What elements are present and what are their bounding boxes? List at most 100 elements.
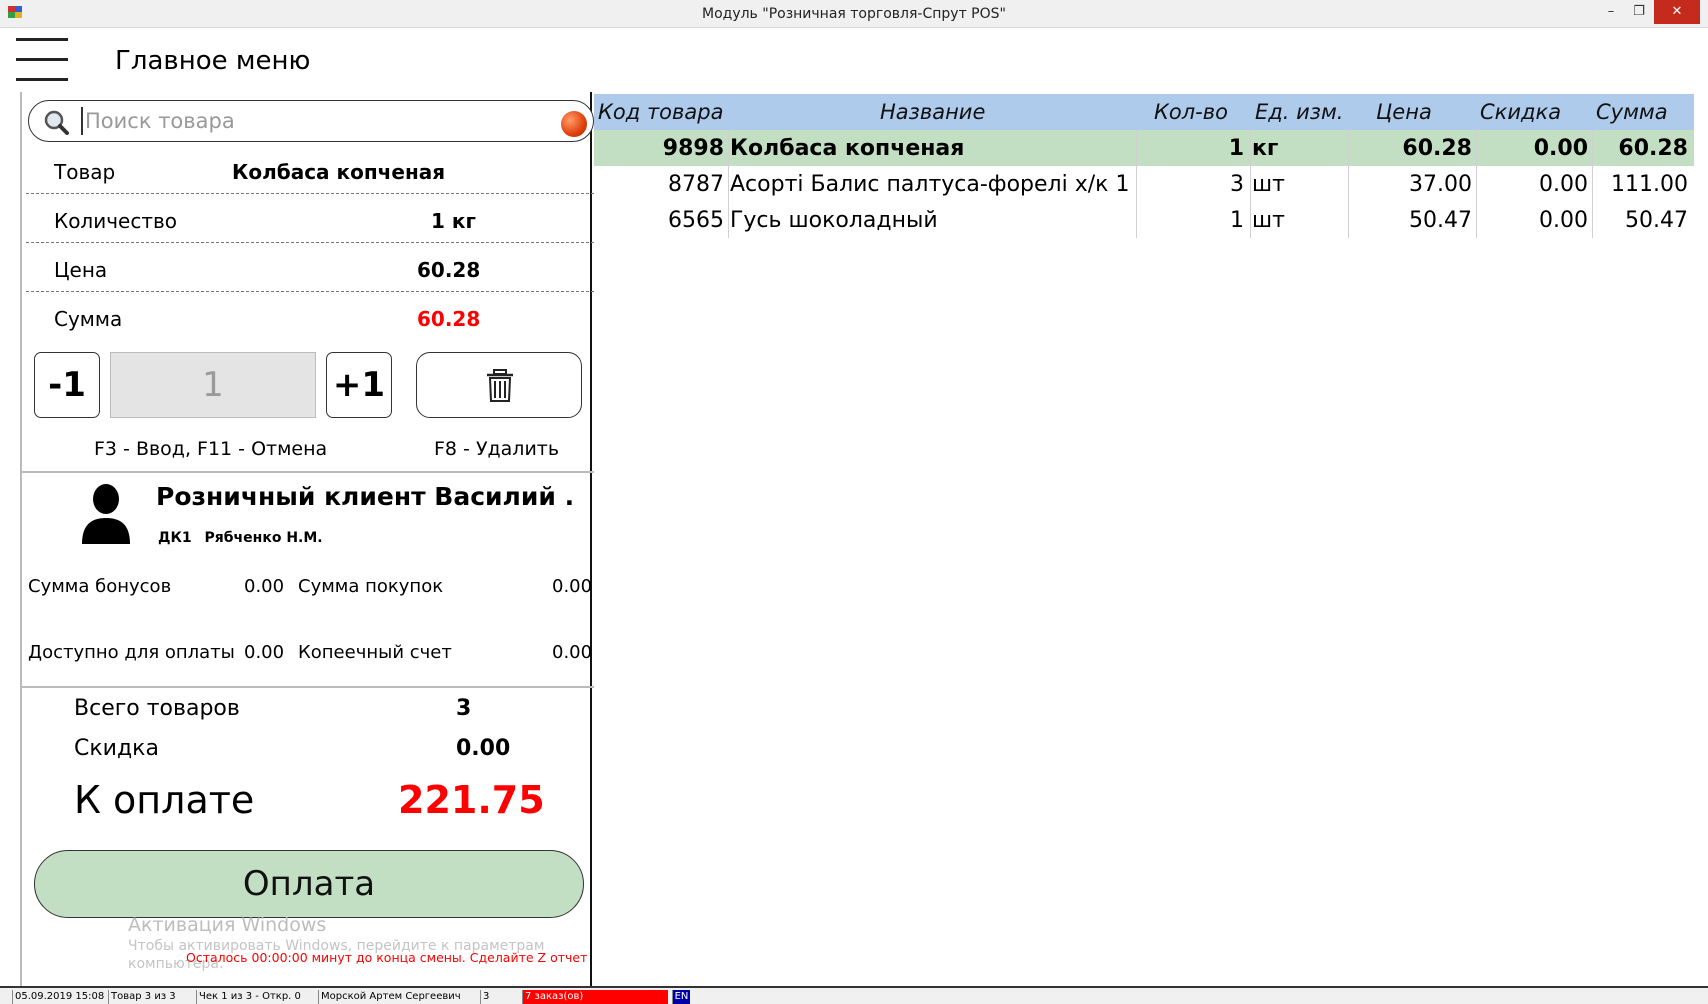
sum-row: Сумма 60.28 xyxy=(26,293,594,341)
increment-button[interactable]: +1 xyxy=(326,352,392,418)
column-separator xyxy=(1348,130,1349,238)
purchase-sum-value: 0.00 xyxy=(552,576,593,597)
sum-label: Сумма xyxy=(54,307,123,331)
maximize-button[interactable]: ❐ xyxy=(1622,0,1656,24)
trash-icon xyxy=(487,369,513,402)
table-row[interactable]: 9898 Колбаса копченая 1 кг 60.28 0.00 60… xyxy=(594,130,1694,166)
quantity-input[interactable] xyxy=(110,352,316,418)
column-header-price[interactable]: Цена xyxy=(1376,100,1432,124)
cell-discount: 0.00 xyxy=(1539,208,1588,233)
client-card-number: ДК1 xyxy=(158,530,192,546)
cell-qty: 1 xyxy=(1228,136,1244,161)
quantity-row: Количество 1 кг xyxy=(26,195,594,243)
table-header: Код товара Название Кол-во Ед. изм. Цена… xyxy=(594,94,1694,130)
quantity-label: Количество xyxy=(54,209,178,233)
status-goods: Товар 3 из 3 xyxy=(108,990,196,1004)
cell-code: 6565 xyxy=(668,208,724,233)
column-separator xyxy=(1592,130,1593,238)
kopeck-account-label: Копеечный счет xyxy=(298,642,452,663)
status-datetime: 05.09.2019 15:08 xyxy=(12,990,108,1004)
divider xyxy=(22,471,594,473)
divider xyxy=(22,686,594,688)
purchase-sum-label: Сумма покупок xyxy=(298,576,444,597)
price-value: 60.28 xyxy=(417,258,481,282)
user-icon xyxy=(82,484,130,544)
available-label: Доступно для оплаты xyxy=(28,642,235,663)
client-card-info: ДК1 Рябченко Н.М. xyxy=(158,530,323,546)
discount-label: Скидка xyxy=(74,736,159,761)
column-header-code[interactable]: Код товара xyxy=(598,100,723,124)
column-header-discount[interactable]: Скидка xyxy=(1480,100,1561,124)
cell-price: 60.28 xyxy=(1402,136,1472,161)
status-bar: 05.09.2019 15:08 Товар 3 из 3 Чек 1 из 3… xyxy=(0,986,1708,1004)
column-header-unit[interactable]: Ед. изм. xyxy=(1255,100,1343,124)
amount-due-label: К оплате xyxy=(74,778,255,822)
column-separator xyxy=(1136,130,1137,238)
bonus-sum-label: Сумма бонусов xyxy=(28,576,172,597)
cell-unit: шт xyxy=(1252,172,1285,197)
left-panel: Товар Колбаса копченая Количество 1 кг Ц… xyxy=(20,92,594,987)
cell-discount: 0.00 xyxy=(1539,172,1588,197)
cell-sum: 111.00 xyxy=(1611,172,1688,197)
status-cashier: Морской Артем Сергеевич xyxy=(318,990,480,1004)
price-label: Цена xyxy=(54,258,108,282)
bonus-sum-value: 0.00 xyxy=(244,576,285,597)
status-language[interactable]: EN xyxy=(672,990,690,1004)
shift-warning: Осталось 00:00:00 минут до конца смены. … xyxy=(186,950,588,965)
column-separator xyxy=(1250,130,1251,238)
product-label: Товар xyxy=(54,160,116,184)
column-header-qty[interactable]: Кол-во xyxy=(1154,100,1228,124)
kopeck-account-value: 0.00 xyxy=(552,642,593,663)
cell-qty: 1 xyxy=(1230,208,1244,233)
total-items-label: Всего товаров xyxy=(74,696,240,721)
table-row[interactable]: 8787 Асорті Балис палтуса-форелі х/к 10 … xyxy=(594,166,1694,202)
cell-name: Асорті Балис палтуса-форелі х/к 10 xyxy=(730,172,1128,197)
cell-discount: 0.00 xyxy=(1533,136,1588,161)
product-row: Товар Колбаса копченая xyxy=(26,146,594,194)
cell-code: 8787 xyxy=(668,172,724,197)
product-value: Колбаса копченая xyxy=(232,160,446,184)
decrement-button[interactable]: -1 xyxy=(34,352,100,418)
cell-code: 9898 xyxy=(662,136,724,161)
client-name: Розничный клиент Василий . xyxy=(156,482,575,511)
cell-sum: 60.28 xyxy=(1618,136,1688,161)
client-card-holder: Рябченко Н.М. xyxy=(204,530,323,546)
column-header-name[interactable]: Название xyxy=(880,100,985,124)
cell-price: 50.47 xyxy=(1409,208,1472,233)
windows-activation-title: Активация Windows xyxy=(128,914,327,936)
price-row: Цена 60.28 xyxy=(26,244,594,292)
title-bar: Модуль "Розничная торговля-Спрут POS" – … xyxy=(0,0,1708,28)
search-icon xyxy=(44,110,69,135)
cell-name: Гусь шоколадный xyxy=(730,208,938,233)
cell-qty: 3 xyxy=(1230,172,1244,197)
status-number: 3 xyxy=(480,990,520,1004)
scanner-indicator-icon[interactable] xyxy=(561,111,587,137)
search-box xyxy=(28,100,594,142)
status-check: Чек 1 из 3 - Откр. 0 xyxy=(196,990,316,1004)
column-header-sum[interactable]: Сумма xyxy=(1596,100,1668,124)
delete-button[interactable] xyxy=(416,352,582,418)
table-row[interactable]: 6565 Гусь шоколадный 1 шт 50.47 0.00 50.… xyxy=(594,202,1694,238)
column-separator xyxy=(1476,130,1477,238)
cell-unit: кг xyxy=(1252,136,1279,161)
status-orders[interactable]: 7 заказ(ов) xyxy=(522,990,668,1004)
column-separator xyxy=(728,130,729,238)
hamburger-menu-icon[interactable] xyxy=(16,38,68,84)
pos-window: Модуль "Розничная торговля-Спрут POS" – … xyxy=(0,0,1708,1004)
main-menu-title[interactable]: Главное меню xyxy=(115,46,310,76)
cell-sum: 50.47 xyxy=(1625,208,1688,233)
hint-delete: F8 - Удалить xyxy=(434,438,560,460)
total-items-value: 3 xyxy=(456,696,472,721)
cell-unit: шт xyxy=(1252,208,1285,233)
window-title: Модуль "Розничная торговля-Спрут POS" xyxy=(702,6,1006,22)
hint-enter-cancel: F3 - Ввод, F11 - Отмена xyxy=(94,438,328,460)
close-button[interactable]: ✕ xyxy=(1654,0,1700,24)
available-value: 0.00 xyxy=(244,642,285,663)
cell-name: Колбаса копченая xyxy=(730,136,965,161)
search-input[interactable] xyxy=(81,107,551,135)
amount-due-value: 221.75 xyxy=(398,778,545,822)
discount-value: 0.00 xyxy=(456,736,511,761)
pay-button[interactable]: Оплата xyxy=(34,850,584,918)
quantity-value: 1 кг xyxy=(431,209,476,233)
cell-price: 37.00 xyxy=(1409,172,1472,197)
